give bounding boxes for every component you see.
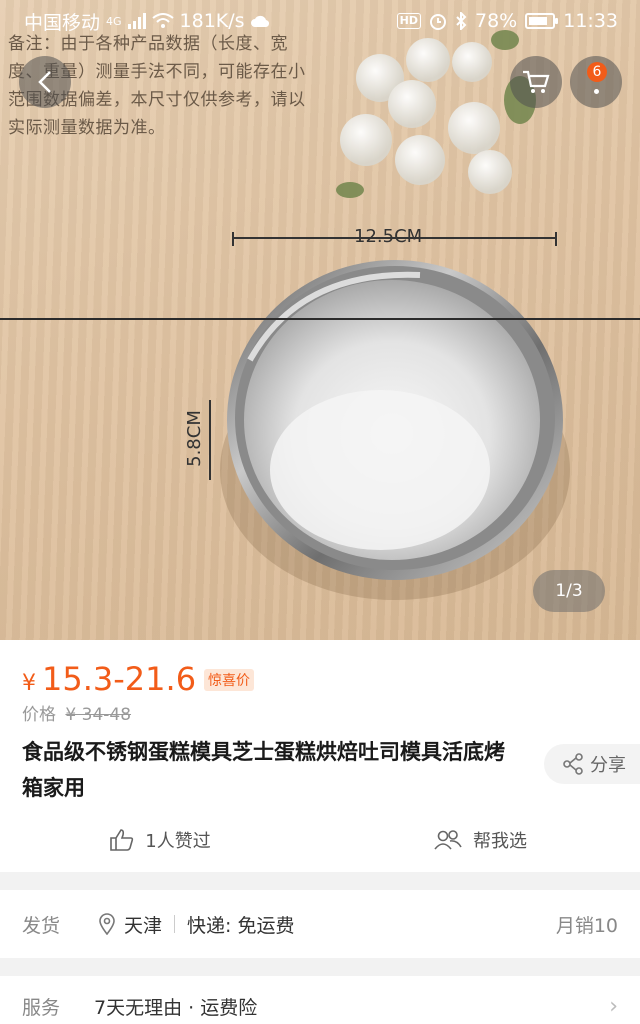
share-label: 分享 bbox=[590, 755, 626, 776]
price-tag-badge: 惊喜价 bbox=[204, 669, 255, 691]
original-price-row: 价格 ¥ 34-48 bbox=[22, 700, 131, 725]
help-choose-label: 帮我选 bbox=[473, 831, 527, 852]
product-title: 食品级不锈钢蛋糕模具芝士蛋糕烘焙吐司模具活底烤箱家用 bbox=[22, 740, 505, 800]
cloud-icon bbox=[250, 15, 269, 28]
service-label: 服务 bbox=[22, 996, 61, 1019]
product-image[interactable]: 备注：由于各种产品数据（长度、宽度、重量）测量手法不同，可能存在小范围数据偏差，… bbox=[0, 0, 640, 640]
message-count-badge: 6 bbox=[587, 62, 607, 82]
cart-icon bbox=[523, 70, 550, 93]
network-speed: 181K/s bbox=[179, 10, 245, 32]
signal-icon bbox=[127, 13, 146, 29]
wifi-icon bbox=[151, 13, 174, 28]
more-dot-icon bbox=[594, 89, 599, 94]
divider-line bbox=[0, 318, 640, 320]
location-text: 天津 bbox=[124, 914, 163, 937]
hd-badge: HD bbox=[396, 13, 421, 29]
more-button[interactable]: 6 bbox=[570, 56, 622, 108]
chevron-right-icon: › bbox=[609, 993, 618, 1019]
location-pin-icon bbox=[99, 913, 115, 935]
back-button[interactable] bbox=[19, 56, 71, 108]
status-bar: 中国移动 4G 181K/s HD 78% 11:33 bbox=[0, 0, 640, 42]
price-range: 15.3-21.6 bbox=[42, 660, 197, 698]
people-icon bbox=[434, 830, 462, 850]
share-button[interactable]: 分享 bbox=[544, 744, 640, 784]
chevron-left-icon bbox=[38, 71, 51, 93]
battery-icon bbox=[525, 13, 559, 29]
separator bbox=[174, 915, 176, 933]
battery-percent: 78% bbox=[475, 10, 518, 32]
ship-from-location: 天津 bbox=[98, 911, 162, 938]
network-type: 4G bbox=[106, 14, 122, 28]
shipping-row[interactable]: 发货 天津 快递: 免运费 月销10 bbox=[0, 890, 640, 958]
product-info-card: ¥ 15.3-21.6 惊喜价 价格 ¥ 34-48 食品级不锈钢蛋糕模具芝士蛋… bbox=[0, 640, 640, 872]
likes-count-label: 1人赞过 bbox=[145, 831, 211, 852]
price-row: ¥ 15.3-21.6 惊喜价 bbox=[22, 660, 255, 698]
original-price: ¥ 34-48 bbox=[65, 705, 132, 725]
service-row[interactable]: 服务 7天无理由 · 运费险 › bbox=[0, 976, 640, 1024]
like-button[interactable]: 1人赞过 bbox=[0, 820, 320, 860]
original-price-label: 价格 bbox=[22, 705, 56, 725]
share-icon bbox=[563, 753, 583, 775]
shipping-label: 发货 bbox=[22, 914, 61, 937]
thumbs-up-icon bbox=[110, 829, 134, 851]
monthly-sales: 月销10 bbox=[555, 914, 618, 937]
height-dimension-label: 5.8CM bbox=[183, 410, 205, 467]
bluetooth-icon bbox=[456, 12, 467, 30]
action-row: 1人赞过 帮我选 bbox=[0, 820, 640, 860]
carrier-label: 中国移动 bbox=[24, 11, 101, 34]
alarm-icon bbox=[430, 14, 446, 30]
delivery-fee: 快递: 免运费 bbox=[187, 914, 295, 937]
width-dimension-label: 12.5CM bbox=[354, 226, 423, 247]
currency-symbol: ¥ bbox=[22, 671, 36, 696]
help-choose-button[interactable]: 帮我选 bbox=[320, 820, 640, 860]
service-text: 7天无理由 · 运费险 bbox=[94, 996, 258, 1019]
image-pager: 1/3 bbox=[533, 570, 605, 612]
clock: 11:33 bbox=[563, 10, 618, 32]
cart-button[interactable] bbox=[510, 56, 562, 108]
